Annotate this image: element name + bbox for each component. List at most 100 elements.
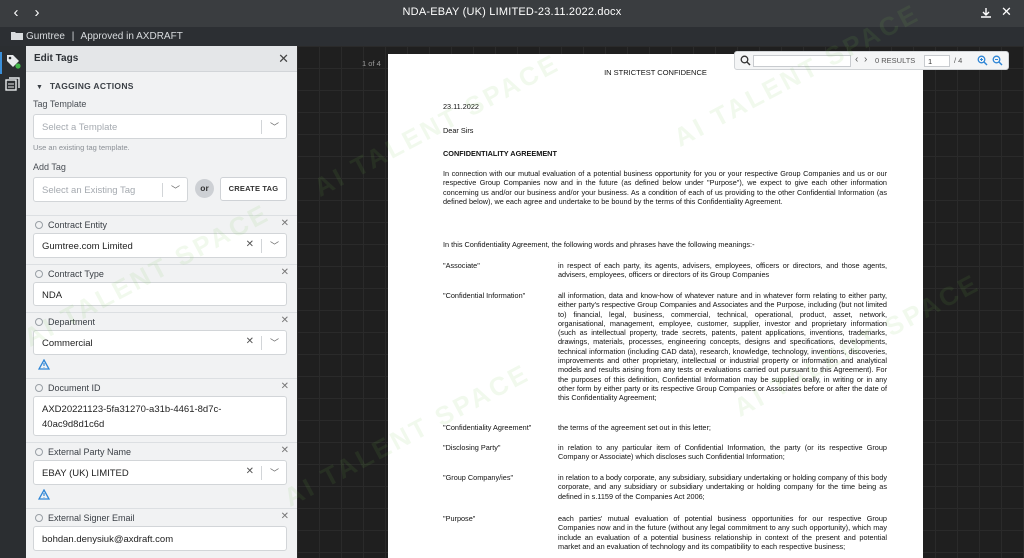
clear-icon[interactable]: ✕ — [246, 239, 254, 250]
title-bar: ‹ › NDA-EBAY (UK) LIMITED-23.11.2022.doc… — [0, 0, 1024, 27]
definition-text: the terms of the agreement set out in th… — [558, 423, 711, 432]
close-panel-icon[interactable]: ✕ — [278, 51, 289, 67]
tag-template-select[interactable]: Select a Template ﹀ — [33, 114, 287, 139]
remove-field-icon[interactable]: ✕ — [281, 218, 289, 229]
chevron-down-icon: ▼ — [36, 84, 44, 91]
zoom-in-icon[interactable] — [977, 55, 988, 66]
field-radio[interactable] — [35, 318, 43, 326]
field-header: Contract Type ✕ — [26, 264, 297, 282]
field-radio[interactable] — [35, 384, 43, 392]
field-header: External Party Name ✕ — [26, 442, 297, 460]
external-signer-email-input[interactable]: bohdan.denysiuk@axdraft.com — [33, 526, 287, 551]
meanings-paragraph: In this Confidentiality Agreement, the f… — [443, 240, 755, 249]
warning-icon — [38, 489, 50, 500]
salutation: Dear Sirs — [443, 126, 474, 135]
clear-icon[interactable]: ✕ — [246, 336, 254, 347]
page-total: / 4 — [954, 56, 963, 65]
create-tag-button[interactable]: CREATE TAG — [220, 177, 287, 201]
download-icon[interactable] — [980, 7, 992, 19]
contract-entity-select[interactable]: Gumtree.com Limited ✕ ﹀ — [33, 233, 287, 258]
select-divider — [261, 120, 262, 134]
select-divider — [162, 183, 163, 197]
next-result-icon[interactable]: › — [864, 54, 867, 65]
tag-template-label: Tag Template — [33, 99, 87, 109]
field-header: Contract Entity ✕ — [26, 215, 297, 233]
definition-text: in respect of each party, its agents, ad… — [558, 261, 887, 280]
tag-template-placeholder: Select a Template — [42, 122, 118, 133]
contract-type-input[interactable]: NDA — [33, 282, 287, 306]
tag-icon[interactable] — [5, 53, 21, 69]
remove-field-icon[interactable]: ✕ — [281, 267, 289, 278]
definition-term: "Associate" — [443, 261, 480, 270]
chevron-down-icon: ﹀ — [170, 185, 180, 195]
tag-template-hint: Use an existing tag template. — [33, 143, 130, 152]
intro-paragraph: In connection with our mutual evaluation… — [443, 169, 887, 206]
external-party-select[interactable]: EBAY (UK) LIMITED ✕ ﹀ — [33, 460, 287, 485]
document-date: 23.11.2022 — [443, 102, 479, 111]
breadcrumb-root[interactable]: Gumtree — [26, 31, 65, 42]
definition-term: "Purpose" — [443, 514, 476, 523]
breadcrumb-current: Approved in AXDRAFT — [80, 31, 183, 42]
definition-term: "Confidentiality Agreement" — [443, 423, 532, 432]
field-header: Department ✕ — [26, 312, 297, 330]
warning-icon — [38, 359, 50, 370]
field-name: External Party Name — [48, 447, 132, 457]
definition-term: "Group Company/ies" — [443, 473, 514, 482]
definition-term: "Disclosing Party" — [443, 443, 501, 452]
document-page: IN STRICTEST CONFIDENCE 23.11.2022 Dear … — [388, 54, 923, 558]
definition-text: in relation to a body corporate, any sub… — [558, 473, 887, 501]
field-header: External Signer Email ✕ — [26, 508, 297, 526]
chevron-down-icon: ﹀ — [269, 241, 279, 251]
edit-tags-panel: Edit Tags ✕ ▼ TAGGING ACTIONS Tag Templa… — [26, 46, 297, 558]
side-rail — [0, 46, 26, 558]
remove-field-icon[interactable]: ✕ — [281, 381, 289, 392]
panel-header: Edit Tags ✕ — [26, 46, 297, 72]
field-value: NDA — [42, 290, 63, 301]
tagging-actions-header[interactable]: ▼ TAGGING ACTIONS — [36, 81, 134, 91]
previous-result-icon[interactable]: ‹ — [855, 54, 858, 65]
field-name: Contract Entity — [48, 220, 108, 230]
department-select[interactable]: Commercial ✕ ﹀ — [33, 330, 287, 355]
select-divider — [261, 336, 262, 350]
search-bar: ‹ › 0 RESULTS 1 / 4 — [734, 51, 1009, 70]
zoom-out-icon[interactable] — [992, 55, 1003, 66]
field-radio[interactable] — [35, 514, 43, 522]
remove-field-icon[interactable]: ✕ — [281, 511, 289, 522]
document-id-input[interactable]: AXD20221123-5fa31270-a31b-4461-8d7c- 40a… — [33, 396, 287, 436]
search-input[interactable] — [753, 55, 851, 67]
field-radio[interactable] — [35, 270, 43, 278]
search-results-count: 0 RESULTS — [875, 56, 916, 65]
field-value: bohdan.denysiuk@axdraft.com — [42, 534, 174, 545]
select-divider — [261, 239, 262, 253]
remove-field-icon[interactable]: ✕ — [281, 445, 289, 456]
active-indicator — [0, 52, 2, 74]
page-number-input[interactable]: 1 — [924, 55, 950, 67]
add-tag-select[interactable]: Select an Existing Tag ﹀ — [33, 177, 188, 202]
definition-term: "Confidential Information" — [443, 291, 526, 300]
field-name: External Signer Email — [48, 513, 135, 523]
select-divider — [261, 466, 262, 480]
field-value-line2: 40ac9d8d1c6d — [42, 419, 105, 430]
documents-icon[interactable] — [5, 76, 21, 92]
panel-title: Edit Tags — [34, 53, 79, 64]
search-icon[interactable] — [740, 55, 751, 66]
add-tag-placeholder: Select an Existing Tag — [42, 185, 136, 196]
remove-field-icon[interactable]: ✕ — [281, 315, 289, 326]
window-title: NDA-EBAY (UK) LIMITED-23.11.2022.docx — [402, 6, 622, 18]
definition-text: each parties' mutual evaluation of poten… — [558, 514, 887, 551]
field-value: Commercial — [42, 338, 93, 349]
chevron-down-icon: ﹀ — [269, 468, 279, 478]
close-icon[interactable]: ✕ — [1001, 4, 1012, 20]
field-header: Document ID ✕ — [26, 378, 297, 396]
breadcrumb-separator: | — [71, 31, 75, 42]
field-name: Department — [48, 317, 96, 327]
or-badge: or — [195, 179, 214, 198]
add-tag-label: Add Tag — [33, 162, 66, 172]
clear-icon[interactable]: ✕ — [246, 466, 254, 477]
field-radio[interactable] — [35, 221, 43, 229]
page-indicator: 1 of 4 — [362, 59, 381, 68]
definition-text: in relation to any particular item of Co… — [558, 443, 887, 462]
field-name: Document ID — [48, 383, 101, 393]
section-title: TAGGING ACTIONS — [49, 81, 134, 91]
field-radio[interactable] — [35, 448, 43, 456]
